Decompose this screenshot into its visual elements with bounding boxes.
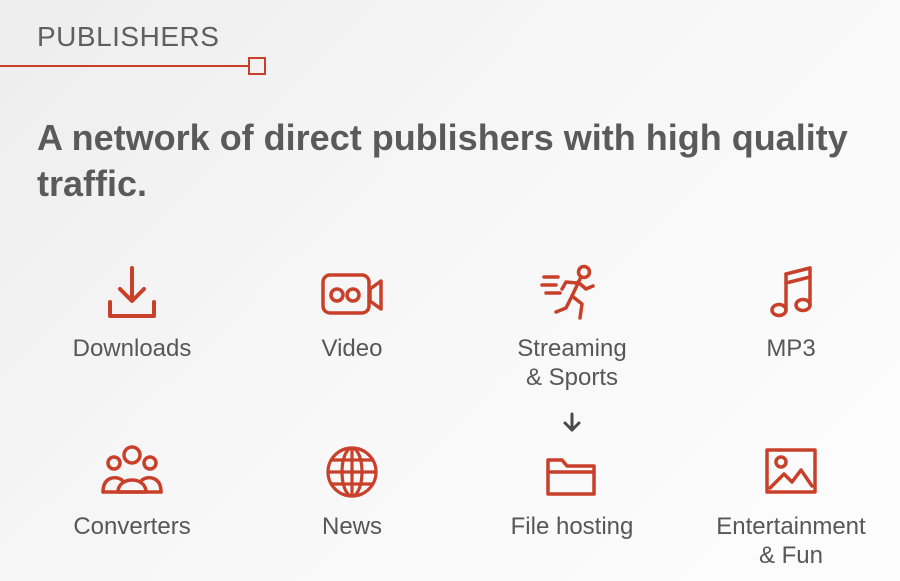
category-label: Downloads bbox=[72, 335, 192, 362]
download-icon bbox=[100, 262, 164, 326]
category-label: Converters bbox=[73, 513, 191, 540]
picture-icon bbox=[759, 440, 823, 504]
folder-download-icon bbox=[540, 412, 604, 504]
category-mp3[interactable]: MP3 bbox=[682, 262, 900, 440]
category-label: Video bbox=[321, 335, 383, 362]
category-label: File hosting bbox=[510, 513, 634, 540]
category-news[interactable]: News bbox=[242, 440, 462, 580]
publisher-category-grid: Downloads Video Streaming & Sports MP3 C… bbox=[22, 262, 900, 580]
music-note-icon bbox=[759, 262, 823, 326]
category-entertainment-fun[interactable]: Entertainment & Fun bbox=[682, 440, 900, 580]
category-label: Streaming & Sports bbox=[517, 335, 627, 391]
runner-icon bbox=[540, 262, 604, 326]
category-label: MP3 bbox=[766, 335, 816, 362]
globe-icon bbox=[320, 440, 384, 504]
section-label-rule-marker bbox=[248, 57, 266, 75]
category-label: News bbox=[321, 513, 382, 540]
category-converters[interactable]: Converters bbox=[22, 440, 242, 580]
section-label: PUBLISHERS bbox=[37, 21, 220, 52]
category-file-hosting[interactable]: File hosting bbox=[462, 412, 682, 580]
section-label-rule bbox=[0, 65, 250, 67]
group-icon bbox=[100, 440, 164, 504]
category-downloads[interactable]: Downloads bbox=[22, 262, 242, 440]
category-video[interactable]: Video bbox=[242, 262, 462, 440]
category-label: Entertainment & Fun bbox=[716, 513, 866, 569]
page-headline: A network of direct publishers with high… bbox=[37, 117, 848, 204]
video-camera-icon bbox=[320, 262, 384, 326]
